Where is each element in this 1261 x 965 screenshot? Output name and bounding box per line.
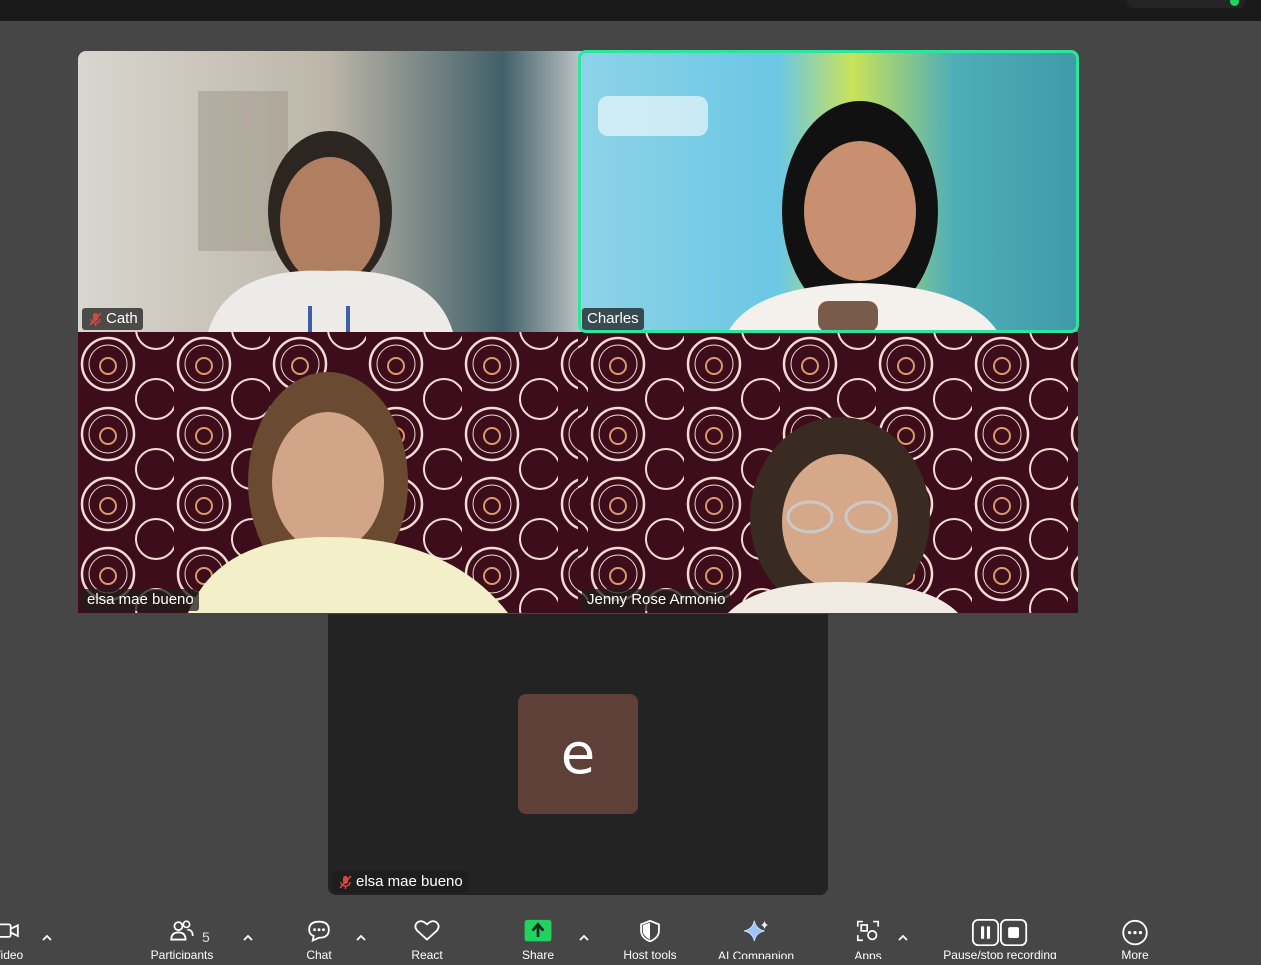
more-button[interactable]: More	[1112, 919, 1158, 959]
video-feed-elsa	[78, 332, 578, 613]
video-feed-charles	[578, 51, 1078, 332]
video-tile-elsa[interactable]: elsa mae bueno	[78, 332, 578, 613]
chat-icon	[308, 920, 330, 942]
name-tag: Jenny Rose Armonio	[582, 589, 731, 611]
top-status-pill[interactable]	[1127, 0, 1245, 8]
heart-icon	[414, 920, 440, 941]
chat-label: Chat	[306, 948, 332, 959]
host-tools-button[interactable]: Host tools	[612, 919, 688, 959]
top-bar	[0, 0, 1261, 21]
name-tag: elsa mae bueno	[82, 589, 199, 611]
apps-options-caret-icon[interactable]	[897, 933, 909, 943]
people-icon	[170, 920, 194, 941]
video-options-caret-icon[interactable]	[41, 933, 53, 943]
participants-options-caret-icon[interactable]	[242, 933, 254, 943]
react-button[interactable]: React	[402, 919, 452, 959]
video-tile-charles[interactable]: Charles	[578, 51, 1078, 332]
video-tile-cath[interactable]: Cath	[78, 51, 578, 332]
ai-companion-label: AI Companion	[717, 948, 795, 959]
participant-name: elsa mae bueno	[87, 591, 194, 608]
video-tile-elsa-avatar[interactable]: e elsa mae bueno	[328, 614, 828, 895]
video-button[interactable]: Video	[0, 919, 28, 959]
ai-companion-button[interactable]: AI Companion	[708, 919, 804, 959]
video-feed-jenny	[578, 332, 1078, 613]
record-label: Pause/stop recording	[943, 948, 1057, 959]
video-feed-cath	[78, 51, 578, 332]
share-button[interactable]: Share	[516, 919, 560, 959]
share-arrow-icon	[524, 919, 552, 942]
mic-muted-icon	[89, 312, 102, 326]
react-label: React	[411, 948, 443, 959]
apps-button[interactable]: Apps	[848, 919, 888, 959]
video-label: Video	[0, 948, 24, 959]
participants-count: 5	[202, 929, 210, 945]
more-label: More	[1121, 948, 1149, 959]
participant-name: Jenny Rose Armonio	[587, 591, 726, 608]
share-options-caret-icon[interactable]	[578, 933, 590, 943]
name-tag: elsa mae bueno	[332, 871, 468, 893]
share-label: Share	[521, 948, 555, 959]
avatar: e	[518, 694, 638, 814]
sparkle-icon	[744, 920, 768, 942]
chat-options-caret-icon[interactable]	[355, 933, 367, 943]
video-tile-jenny[interactable]: Jenny Rose Armonio	[578, 332, 1078, 613]
participants-label: Participants	[150, 948, 214, 959]
chat-button[interactable]: Chat	[299, 919, 339, 959]
mic-muted-icon	[339, 875, 352, 889]
pause-stop-icon	[971, 919, 1028, 947]
host-tools-label: Host tools	[623, 948, 677, 959]
more-icon	[1122, 919, 1148, 946]
participant-name: Charles	[587, 310, 639, 327]
shield-icon	[640, 919, 660, 943]
apps-label: Apps	[854, 948, 882, 959]
participant-name: Cath	[106, 310, 138, 327]
meeting-toolbar: Video Participants 5 Chat React Share	[0, 905, 1261, 965]
participant-name: elsa mae bueno	[356, 873, 463, 890]
apps-icon	[856, 920, 880, 942]
record-controls[interactable]: Pause/stop recording	[920, 919, 1080, 959]
video-camera-icon	[0, 923, 19, 938]
name-tag: Cath	[82, 308, 143, 330]
name-tag: Charles	[582, 308, 644, 330]
